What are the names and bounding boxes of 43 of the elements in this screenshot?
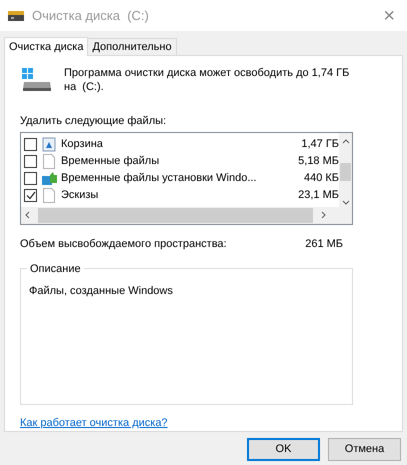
dialog-button[interactable]: Отмена [328, 438, 401, 461]
scroll-thumb[interactable] [340, 162, 351, 180]
checkbox[interactable] [24, 172, 37, 184]
file-size: 440 КБ [302, 170, 339, 186]
summary-text: Программа очистки диска может освободить до 1,74 ГБ на (C:). [64, 66, 350, 94]
description-text: Файлы, созданные Windows [29, 285, 173, 297]
vertical-scrollbar[interactable] [339, 132, 352, 206]
help-link[interactable]: Как работает очистка диска? [20, 414, 168, 431]
file-name: Временные файлы установки Windo... [61, 170, 258, 186]
dialog-button[interactable]: OK [247, 438, 320, 461]
space-value: 261 МБ [305, 236, 343, 252]
tab[interactable]: Дополнительно [88, 38, 177, 55]
scroll-up-icon [342, 138, 350, 144]
window-title: Очистка диска (C:) [32, 6, 149, 25]
check-icon [26, 190, 36, 200]
file-row[interactable]: Временные файлы 5,18 МБ [24, 152, 339, 170]
file-row[interactable]: Эскизы 23,1 МБ [24, 186, 339, 204]
close-button[interactable]: × [383, 6, 395, 26]
tab[interactable]: Очистка диска [4, 37, 88, 56]
file-icon [42, 154, 56, 168]
disk-cleanup-icon [8, 8, 24, 22]
horizontal-scrollbar[interactable] [21, 206, 352, 224]
checkbox[interactable] [24, 154, 37, 168]
scroll-thumb[interactable] [38, 208, 313, 222]
recycle-bin-icon [42, 136, 56, 152]
scroll-left-icon [25, 211, 30, 219]
drive-icon [22, 66, 52, 92]
file-size: 1,47 ГБ [300, 136, 339, 152]
file-icon [42, 188, 56, 202]
space-label: Объем высвобождаемого пространства: [20, 236, 227, 252]
checkbox[interactable] [24, 138, 37, 150]
setup-icon [42, 170, 57, 186]
file-row[interactable]: Временные файлы установки Windo... 440 КБ [24, 170, 339, 186]
file-row[interactable]: Корзина 1,47 ГБ [24, 136, 339, 152]
checkbox[interactable] [24, 188, 37, 202]
file-size: 23,1 МБ [297, 188, 339, 203]
scroll-right-icon [321, 211, 326, 219]
scroll-down-icon [342, 200, 350, 204]
file-name: Временные файлы [61, 154, 160, 169]
files-label: Удалить следующие файлы: [20, 114, 168, 129]
file-size: 5,18 МБ [297, 154, 339, 169]
file-name: Корзина [61, 136, 104, 152]
file-name: Эскизы [61, 188, 100, 203]
